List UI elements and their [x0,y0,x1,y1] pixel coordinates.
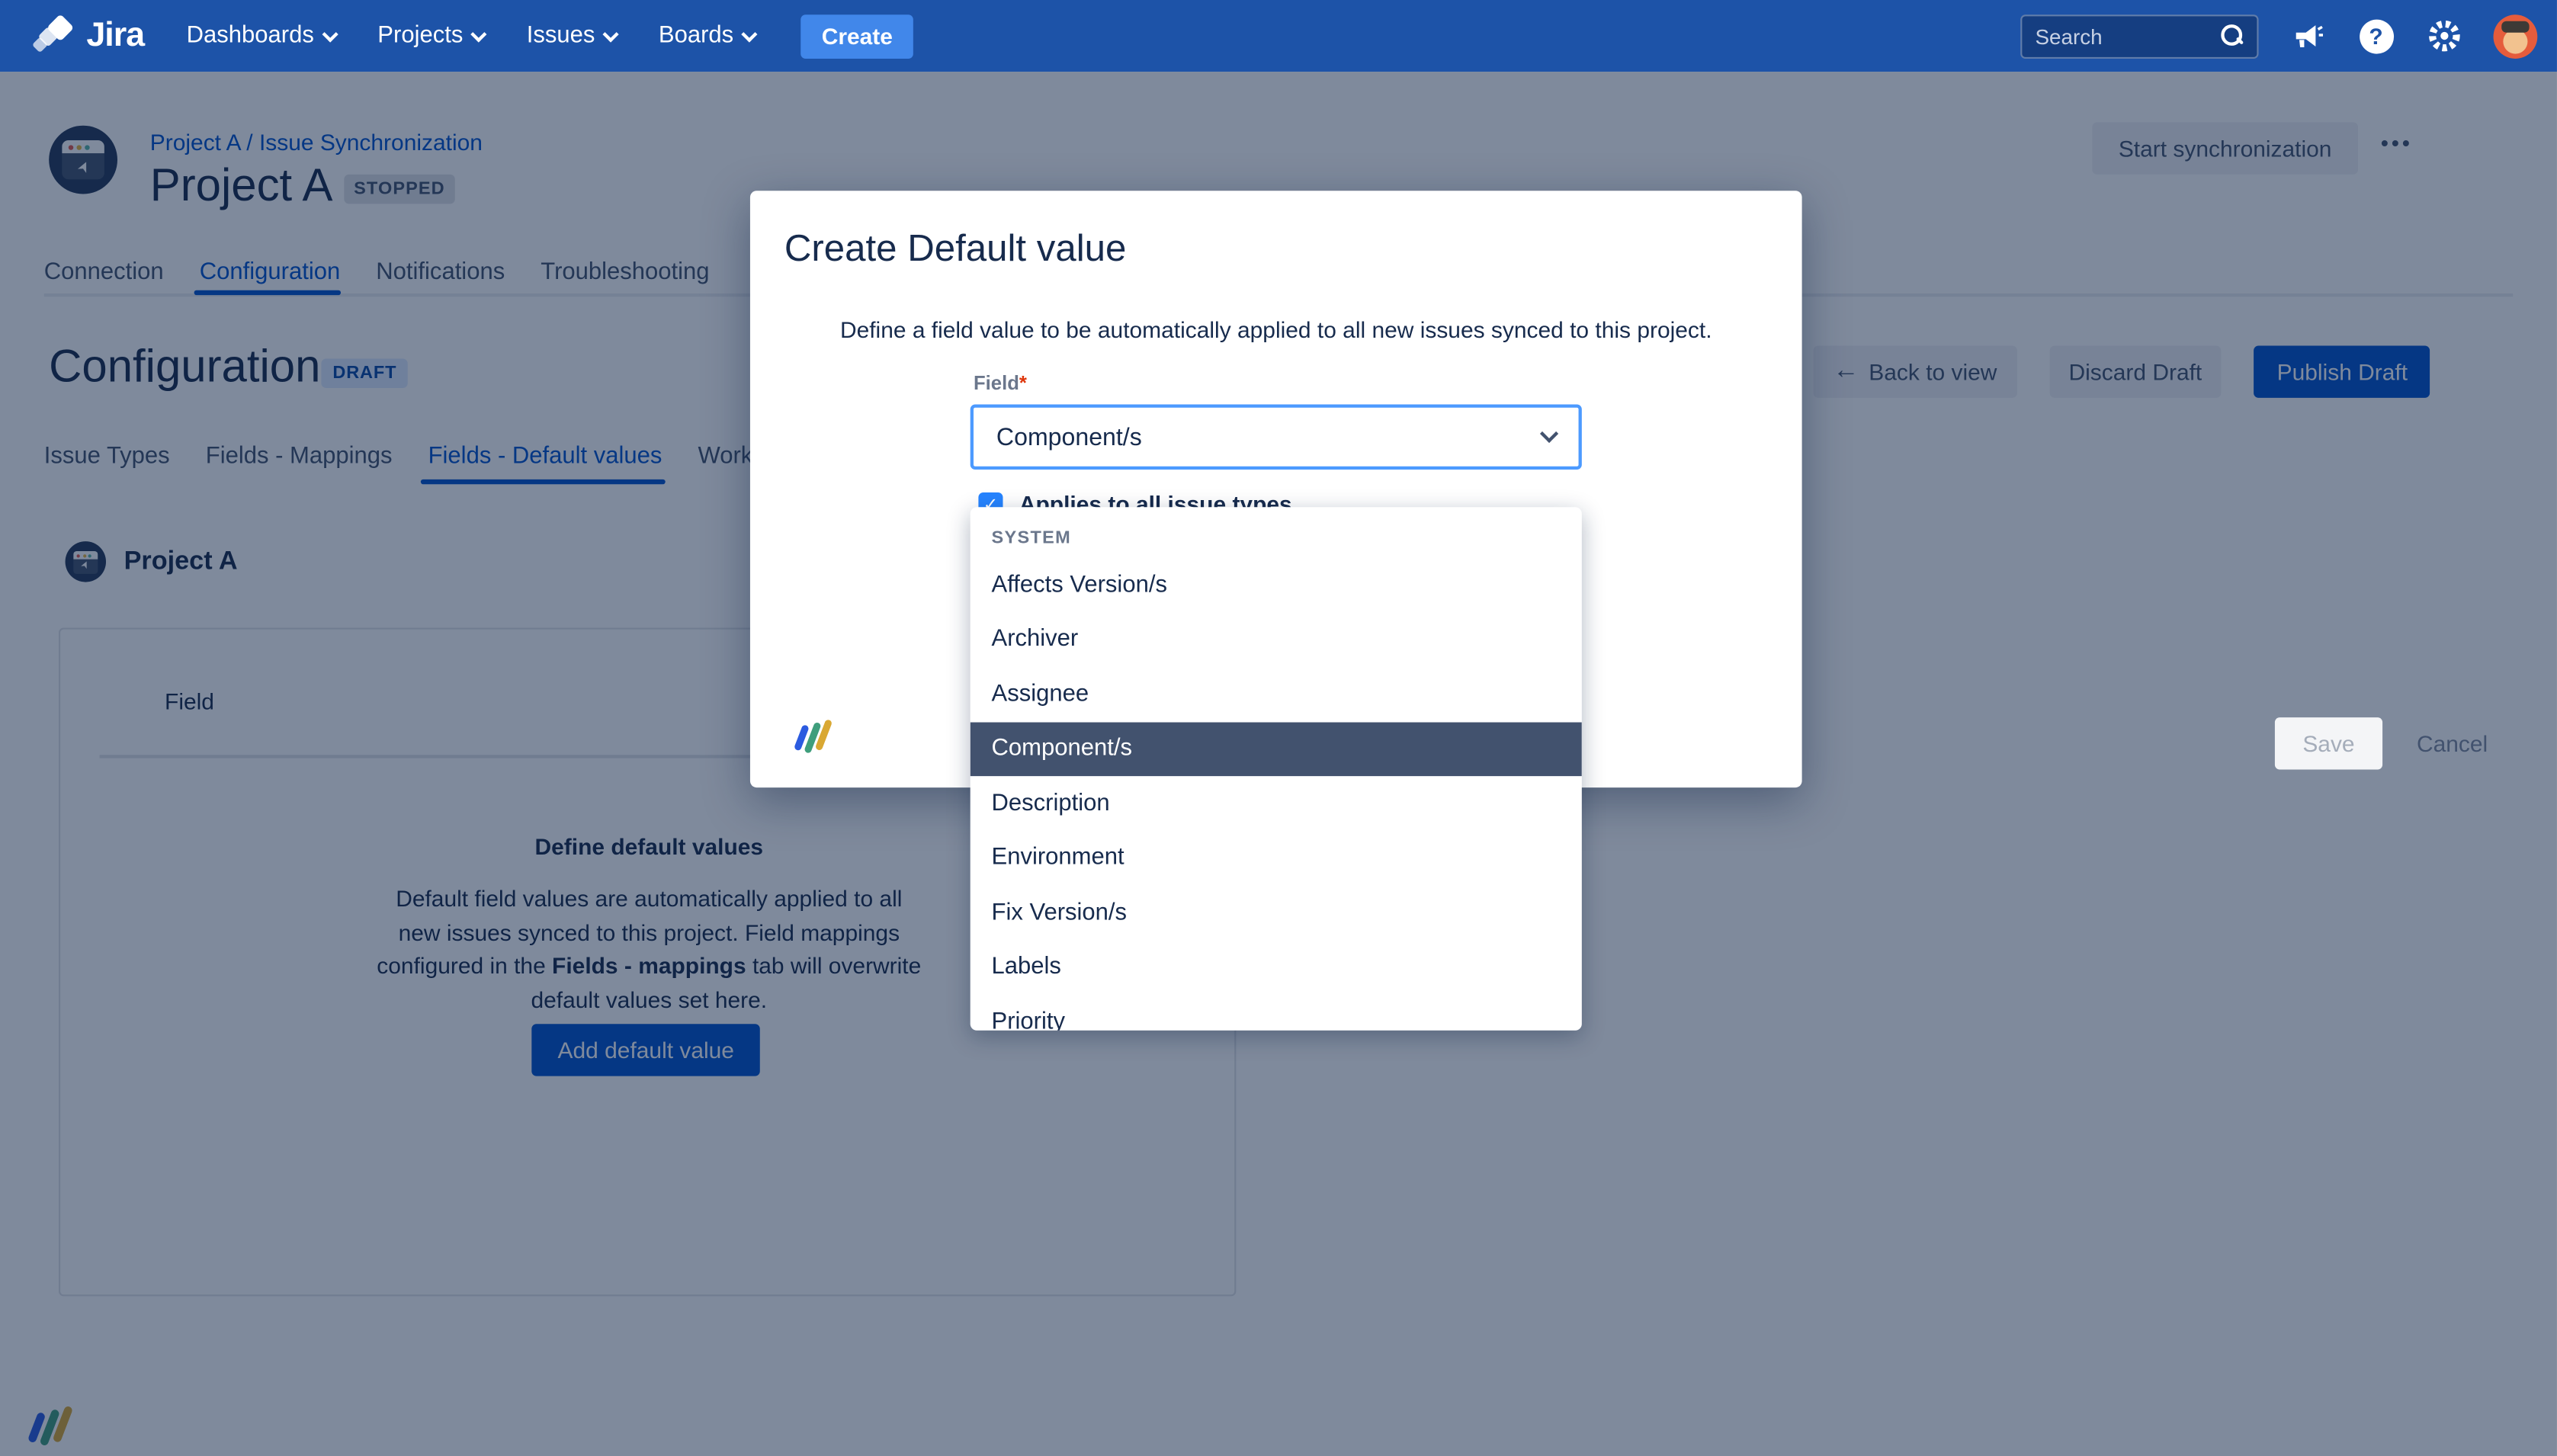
navbar-right: ? [2020,0,2537,72]
nav-menu-projects[interactable]: Projects [377,23,484,49]
chevron-down-icon [322,25,338,41]
dropdown-item-labels[interactable]: Labels [971,940,1582,995]
chevron-down-icon [1540,425,1558,443]
global-search[interactable] [2020,14,2258,58]
field-select[interactable]: Component/s [971,404,1582,470]
field-select-dropdown: SYSTEM Affects Version/s Archiver Assign… [971,507,1582,1031]
dropdown-group-system: SYSTEM [971,507,1582,557]
cancel-button[interactable]: Cancel [2401,717,2504,769]
required-asterisk: * [1019,372,1027,395]
nav-menu-issues[interactable]: Issues [527,23,616,49]
save-button[interactable]: Save [2275,717,2382,769]
megaphone-icon[interactable] [2288,16,2327,55]
field-select-value: Component/s [996,423,1543,451]
nav-menu-label: Boards [659,23,733,49]
field-label: Field* [974,372,1027,395]
chevron-down-icon [602,25,618,41]
dropdown-item-affects-versions[interactable]: Affects Version/s [971,558,1582,613]
create-button[interactable]: Create [800,14,914,58]
nav-menu-boards[interactable]: Boards [659,23,755,49]
modal-title: Create Default value [784,226,1127,271]
top-navbar: Jira Dashboards Projects Issues Boards C… [0,0,2557,72]
modal-description: Define a field value to be automatically… [783,316,1769,342]
dropdown-item-description[interactable]: Description [971,776,1582,831]
nav-menu-label: Dashboards [187,23,314,49]
search-icon [2221,24,2244,47]
dropdown-item-components[interactable]: Component/s [971,721,1582,776]
dropdown-item-archiver[interactable]: Archiver [971,612,1582,667]
user-avatar[interactable] [2494,14,2538,58]
nav-menu-label: Issues [527,23,595,49]
dropdown-item-fix-versions[interactable]: Fix Version/s [971,885,1582,940]
question-mark: ? [2359,19,2393,53]
dropdown-item-priority[interactable]: Priority [971,995,1582,1031]
chevron-down-icon [741,25,757,41]
exalate-logo-modal [793,719,835,756]
help-icon[interactable]: ? [2356,16,2395,55]
avatar-face [2503,28,2527,53]
dropdown-item-assignee[interactable]: Assignee [971,667,1582,722]
brand-name: Jira [86,16,144,55]
nav-menu-dashboards[interactable]: Dashboards [187,23,335,49]
gear-icon[interactable] [2425,16,2464,55]
app-root: ➤ Project A / Issue Synchronization Proj… [0,0,2557,1456]
jira-logo [33,14,75,57]
nav-menu-label: Projects [377,23,463,49]
jira-brand[interactable]: Jira [33,14,144,57]
avatar-hair [2501,21,2529,32]
dropdown-item-environment[interactable]: Environment [971,831,1582,886]
chevron-down-icon [470,25,486,41]
field-label-text: Field [974,372,1019,395]
search-input[interactable] [2035,24,2221,48]
